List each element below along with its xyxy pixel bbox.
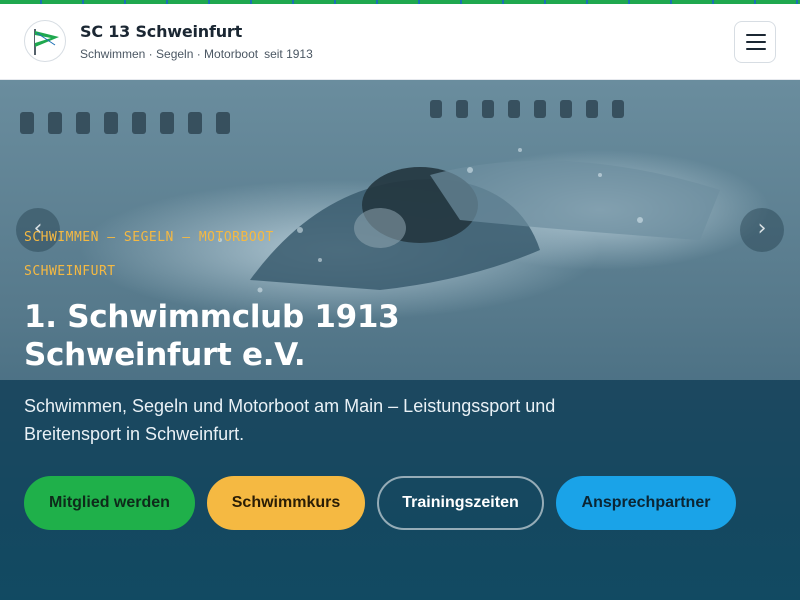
hero-kicker-disciplines: SCHWIMMEN – SEGELN – MOTORBOOT <box>24 230 274 245</box>
hero-title-line-2: Schweinfurt e.V. <box>24 337 306 373</box>
hero-title-line-1: 1. Schwimmclub 1913 <box>24 299 400 335</box>
hamburger-menu-button[interactable] <box>734 21 776 63</box>
swim-course-button[interactable]: Schwimmkurs <box>207 476 365 530</box>
hero-slider: ‹ › SCHWIMMEN – SEGELN – MOTORBOOT SCHWE… <box>0 80 800 600</box>
brand-subtitle: Schwimmen · Segeln · Motorboot seit 1913 <box>80 47 313 61</box>
become-member-button[interactable]: Mitglied werden <box>24 476 195 530</box>
hamburger-menu-icon <box>746 41 766 43</box>
hamburger-menu-icon <box>746 34 766 36</box>
pennant-icon <box>34 29 59 55</box>
slider-next-arrow[interactable]: › <box>740 208 784 252</box>
hamburger-menu-icon <box>746 48 766 50</box>
brand-disciplines: Schwimmen · Segeln · Motorboot <box>80 47 259 61</box>
training-times-button[interactable]: Trainingszeiten <box>377 476 544 530</box>
club-logo[interactable] <box>24 20 66 62</box>
hero-kicker-city: SCHWEINFURT <box>24 264 116 279</box>
contact-persons-button[interactable]: Ansprechpartner <box>556 476 736 530</box>
brand-title[interactable]: SC 13 Schweinfurt <box>80 22 242 41</box>
brand-since: seit 1913 <box>264 47 313 61</box>
hero-description: Schwimmen, Segeln und Motorboot am Main … <box>24 396 556 444</box>
site-header: SC 13 Schweinfurt Schwimmen · Segeln · M… <box>0 4 800 80</box>
hero-title: 1. Schwimmclub 1913 Schweinfurt e.V. <box>24 298 544 374</box>
